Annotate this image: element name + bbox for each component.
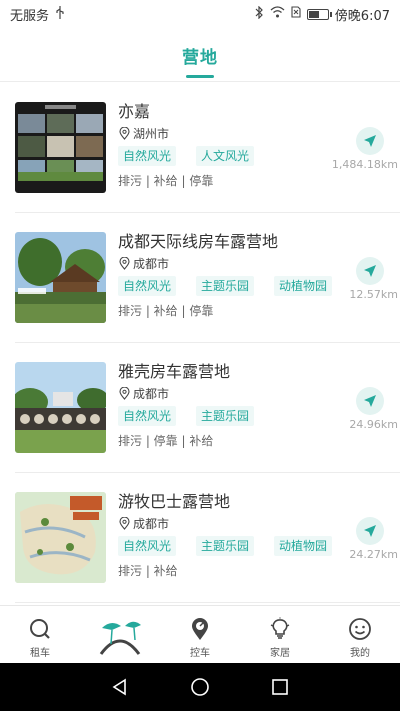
camp-tag: 动植物园 <box>274 276 333 296</box>
location-pin-icon <box>119 257 130 270</box>
tab-label: 租车 <box>30 648 50 659</box>
camp-location: 湖州市 <box>118 125 169 142</box>
camp-card[interactable]: 雅壳房车露营地 成都市 自然风光 主题乐园 排污 | 停靠 | 补给 24.96… <box>15 343 400 473</box>
camp-tags: 自然风光 主题乐园 <box>118 406 274 426</box>
carrier-text: 无服务 <box>10 8 50 24</box>
navigate-arrow-icon <box>364 395 376 407</box>
camp-tag: 自然风光 <box>118 146 177 166</box>
navigate-arrow-icon <box>364 525 376 537</box>
camp-umbrella-icon <box>99 621 141 655</box>
camp-card[interactable]: 游牧巴士露营地 成都市 自然风光 主题乐园 动植物园 排污 | 补给 24.27… <box>15 473 400 603</box>
camp-location: 成都市 <box>118 515 169 532</box>
status-left: 无服务 <box>10 5 65 24</box>
battery-icon <box>306 8 332 20</box>
camp-thumbnail <box>15 492 106 583</box>
location-pin-icon <box>119 127 130 140</box>
tab-rent-car[interactable]: 租车 <box>0 606 80 663</box>
camp-services: 排污 | 补给 | 停靠 <box>118 304 214 318</box>
camp-tags: 自然风光 主题乐园 动植物园 <box>118 536 352 556</box>
camp-tag: 人文风光 <box>196 146 255 166</box>
navigate-button[interactable] <box>356 127 384 155</box>
tab-profile[interactable]: 我的 <box>320 606 400 663</box>
camp-distance: 24.96km <box>349 418 398 431</box>
steering-pin-icon <box>192 618 208 640</box>
camp-tag: 自然风光 <box>118 536 177 556</box>
camp-title: 成都天际线房车露营地 <box>118 232 279 251</box>
bluetooth-icon <box>255 5 264 23</box>
camp-tags: 自然风光 主题乐园 动植物园 <box>118 276 352 296</box>
status-right: 傍晚6:07 <box>255 5 390 24</box>
camp-city: 成都市 <box>133 387 170 401</box>
navigate-button[interactable] <box>356 517 384 545</box>
camp-tags: 自然风光 人文风光 <box>118 146 274 166</box>
location-pin-icon <box>119 387 130 400</box>
status-bar: 无服务 傍晚6:07 <box>0 0 400 28</box>
tab-camp[interactable] <box>80 606 160 663</box>
home-icon[interactable] <box>190 677 210 697</box>
camp-services: 排污 | 停靠 | 补给 <box>118 434 214 448</box>
back-icon[interactable] <box>110 677 130 697</box>
tab-home-living[interactable]: 家居 <box>240 606 320 663</box>
camp-city: 成都市 <box>133 517 170 531</box>
camp-title: 亦嘉 <box>118 102 151 121</box>
navigate-button[interactable] <box>356 387 384 415</box>
camp-location: 成都市 <box>118 385 169 402</box>
system-nav-bar <box>0 663 400 711</box>
camp-tag: 自然风光 <box>118 276 177 296</box>
camp-distance: 12.57km <box>349 288 398 301</box>
camp-thumbnail <box>15 232 106 323</box>
page-header: 营地 <box>0 28 400 82</box>
navigate-button[interactable] <box>356 257 384 285</box>
camp-city: 湖州市 <box>133 127 170 141</box>
tab-label: 家居 <box>270 648 290 659</box>
location-pin-icon <box>119 517 130 530</box>
usb-icon <box>55 6 65 22</box>
camp-services: 排污 | 补给 | 停靠 <box>118 174 214 188</box>
navigate-arrow-icon <box>364 135 376 147</box>
camp-title: 雅壳房车露营地 <box>118 362 231 381</box>
camp-thumbnail <box>15 362 106 453</box>
title-underline <box>186 75 214 78</box>
bottom-tab-bar: 租车 控车 家居 我的 <box>0 605 400 663</box>
camp-tag: 主题乐园 <box>196 536 255 556</box>
status-time: 傍晚6:07 <box>334 8 390 24</box>
recents-icon[interactable] <box>270 677 290 697</box>
navigate-arrow-icon <box>364 265 376 277</box>
camp-thumbnail <box>15 102 106 193</box>
camp-services: 排污 | 补给 <box>118 564 178 578</box>
tab-label: 控车 <box>190 648 210 659</box>
camp-list: 亦嘉 湖州市 自然风光 人文风光 排污 | 补给 | 停靠 1,484.18km <box>0 83 400 605</box>
camp-card[interactable]: 成都天际线房车露营地 成都市 自然风光 主题乐园 动植物园 排污 | 补给 | … <box>15 213 400 343</box>
search-icon <box>30 619 50 639</box>
page-title: 营地 <box>182 48 218 68</box>
tab-label: 我的 <box>350 648 370 659</box>
lightbulb-icon <box>270 617 290 639</box>
wifi-icon <box>270 6 285 22</box>
camp-tag: 主题乐园 <box>196 276 255 296</box>
camp-tag: 主题乐园 <box>196 406 255 426</box>
camp-location: 成都市 <box>118 255 169 272</box>
camp-distance: 24.27km <box>349 548 398 561</box>
no-sim-icon <box>291 6 301 22</box>
camp-tag: 自然风光 <box>118 406 177 426</box>
tab-control-car[interactable]: 控车 <box>160 606 240 663</box>
camp-card[interactable]: 亦嘉 湖州市 自然风光 人文风光 排污 | 补给 | 停靠 1,484.18km <box>15 83 400 213</box>
smiley-icon <box>349 618 371 640</box>
camp-tag: 动植物园 <box>274 536 333 556</box>
camp-distance: 1,484.18km <box>331 158 398 171</box>
camp-title: 游牧巴士露营地 <box>118 492 231 511</box>
camp-city: 成都市 <box>133 257 170 271</box>
